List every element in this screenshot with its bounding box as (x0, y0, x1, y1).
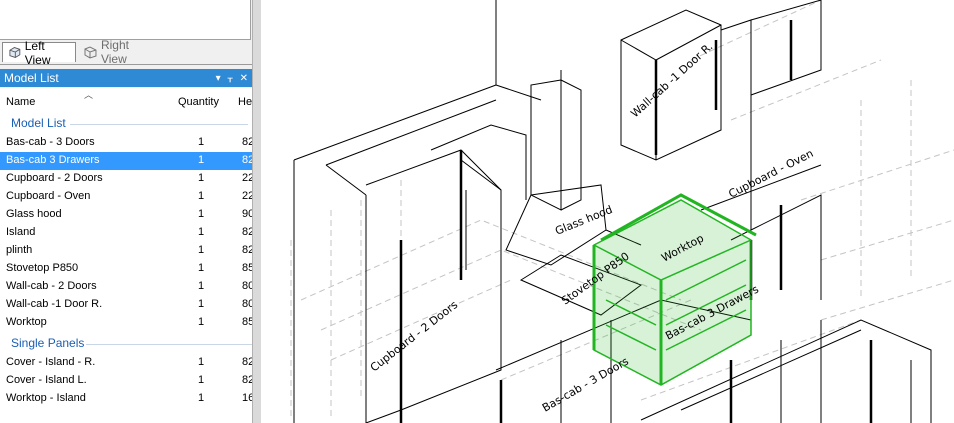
sort-ascending-icon: ︿ (84, 90, 94, 100)
tab-right-view-label: Right View (100, 38, 129, 66)
list-item-qty: 1 (198, 208, 205, 220)
list-item-height: 85 (242, 262, 252, 274)
list-item-qty: 1 (198, 262, 205, 274)
list-item-qty: 1 (198, 392, 205, 404)
list-item[interactable]: Wall-cab -1 Door R. 1 80 (0, 296, 252, 314)
list-item-name: Worktop - Island (6, 392, 86, 404)
list-item-name: Stovetop P850 (6, 262, 79, 274)
column-header-height[interactable]: He (238, 96, 252, 108)
list-item-qty: 1 (198, 374, 205, 386)
list-item-qty: 1 (198, 280, 205, 292)
cube-icon (9, 47, 21, 58)
list-item[interactable]: Worktop - Island 1 163 (0, 390, 252, 408)
list-item-height: 82 (242, 136, 252, 148)
list-item[interactable]: Island 1 82 (0, 224, 252, 242)
label-cupboard-2-doors: Cupboard - 2 Doors (368, 298, 461, 374)
label-cupboard-oven: Cupboard - Oven (726, 147, 815, 201)
list-item[interactable]: Wall-cab - 2 Doors 1 80 (0, 278, 252, 296)
kitchen-3d-drawing[interactable]: Wall-cab -1 Door R. Cupboard - Oven Glas… (261, 0, 954, 423)
group-label: Single Panels (11, 336, 85, 350)
list-item-qty: 1 (198, 298, 205, 310)
list-item-height: 82 (242, 244, 252, 256)
list-item[interactable]: plinth 1 82 (0, 242, 252, 260)
label-bas-cab-3-doors: Bas-cab - 3 Doors (540, 355, 631, 415)
list-item[interactable]: Cover - Island L. 1 82 (0, 372, 252, 390)
close-icon[interactable]: ✕ (240, 73, 248, 84)
list-item-name: Bas-cab - 3 Doors (6, 136, 95, 148)
list-item-qty: 1 (198, 356, 205, 368)
3d-viewport[interactable]: Wall-cab -1 Door R. Cupboard - Oven Glas… (261, 0, 954, 423)
list-item-height: 80 (242, 298, 252, 310)
list-item-height: 85 (242, 316, 252, 328)
model-list[interactable]: ︿ Name Quantity He Model List Bas-cab - 3… (0, 88, 252, 423)
list-item-qty: 1 (198, 172, 205, 184)
list-item[interactable]: Cover - Island - R. 1 82 (0, 354, 252, 372)
pin-icon[interactable]: ᚁ (228, 73, 233, 84)
list-item-qty: 1 (198, 190, 205, 202)
list-item-qty: 1 (198, 316, 205, 328)
list-item[interactable]: Glass hood 1 90 (0, 206, 252, 224)
tall-cupboard-outline (365, 124, 527, 423)
list-item[interactable]: Bas-cab 3 Drawers 1 82 (0, 152, 252, 170)
panel-menu-icon[interactable]: ▾ (216, 73, 221, 84)
list-item[interactable]: Stovetop P850 1 85 (0, 260, 252, 278)
list-item-qty: 1 (198, 244, 205, 256)
wall-cabinet-outline (620, 0, 822, 161)
list-item-name: Wall-cab -1 Door R. (6, 298, 103, 310)
tab-left-view-label: Left View (24, 38, 51, 67)
list-item-name: Cover - Island - R. (6, 356, 96, 368)
list-item-name: Cupboard - 2 Doors (6, 172, 103, 184)
tab-left-view[interactable]: Left View (2, 39, 76, 67)
list-item-name: Cupboard - Oven (6, 190, 91, 202)
list-item-name: Glass hood (6, 208, 62, 220)
panel-title: Model List (4, 71, 59, 85)
list-item-height: 220 (242, 172, 252, 184)
selected-drawer-cabinet-highlight (592, 193, 757, 386)
list-item-name: Cover - Island L. (6, 374, 87, 386)
list-item-qty: 1 (198, 154, 205, 166)
list-item-qty: 1 (198, 226, 205, 238)
group-label: Model List (11, 116, 66, 130)
tab-right-view[interactable]: Right View (78, 38, 164, 66)
left-panel: Left View Right View Model List ▾ ᚁ ✕ ︿ … (0, 0, 252, 423)
list-item[interactable]: Cupboard - Oven 1 220 (0, 188, 252, 206)
model-list-panel-header: Model List ▾ ᚁ ✕ (0, 69, 252, 87)
list-item-name: Worktop (6, 316, 47, 328)
list-item-height: 82 (242, 374, 252, 386)
group-divider (86, 344, 252, 345)
group-divider (70, 124, 248, 125)
list-item-name: plinth (6, 244, 33, 256)
list-item-name: Bas-cab 3 Drawers (6, 154, 100, 166)
list-item-height: 82 (242, 154, 252, 166)
list-item-name: Island (6, 226, 36, 238)
cube-icon (84, 45, 97, 59)
list-item-name: Wall-cab - 2 Doors (6, 280, 97, 292)
list-item-height: 82 (242, 356, 252, 368)
list-item[interactable]: Worktop 1 85 (0, 314, 252, 332)
list-item-height: 90 (242, 208, 252, 220)
list-item-qty: 1 (198, 136, 205, 148)
column-header-quantity[interactable]: Quantity (178, 96, 219, 108)
list-item[interactable]: Bas-cab - 3 Doors 1 82 (0, 134, 252, 152)
list-item-height: 80 (242, 280, 252, 292)
column-header-name[interactable]: Name (6, 96, 35, 108)
list-item-height: 220 (242, 190, 252, 202)
list-item-height: 163 (242, 392, 252, 404)
preview-area (0, 0, 251, 40)
viewport-labels: Wall-cab -1 Door R. Cupboard - Oven Glas… (368, 40, 816, 415)
list-item-height: 82 (242, 226, 252, 238)
list-item[interactable]: Cupboard - 2 Doors 1 220 (0, 170, 252, 188)
view-tabs: Left View Right View (0, 38, 252, 67)
